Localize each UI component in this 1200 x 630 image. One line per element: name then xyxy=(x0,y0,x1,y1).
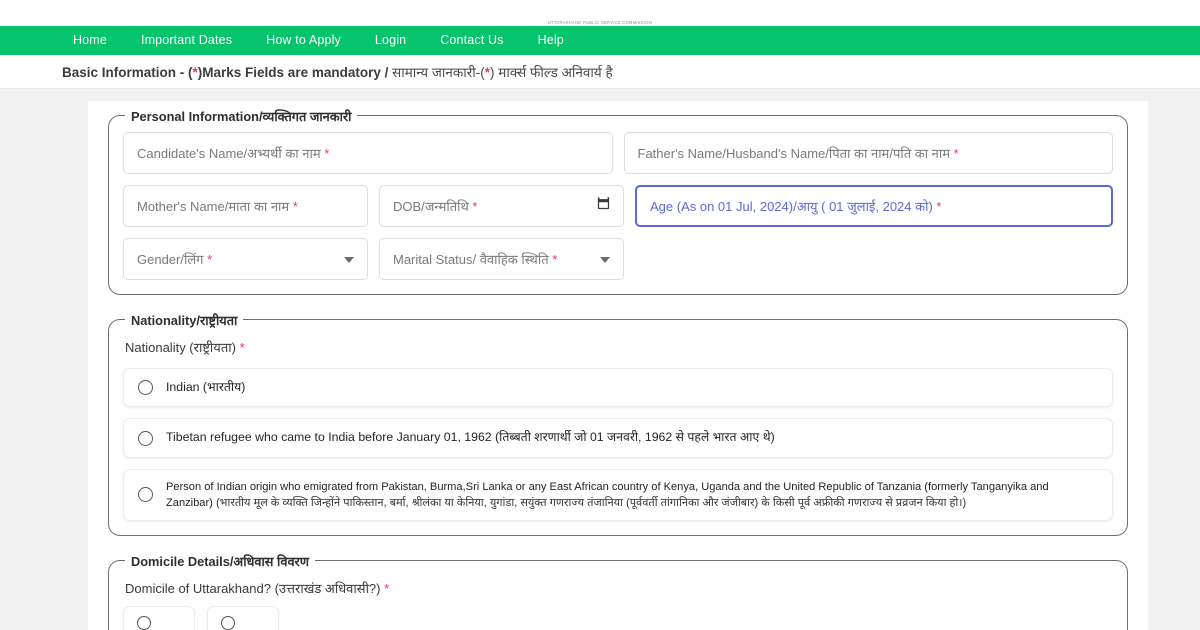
personal-row-3-spacer xyxy=(635,238,1113,280)
marital-status-placeholder: Marital Status/ वैवाहिक स्थिति * xyxy=(393,252,558,267)
page-title-suffix-hi: ) मार्क्स फील्ड अनिवार्य है xyxy=(490,64,613,80)
personal-row-2: Mother's Name/माता का नाम * DOB/जन्मतिथि… xyxy=(123,185,1113,227)
domicile-group-label: Domicile of Uttarakhand? (उत्तराखंड अधिव… xyxy=(125,581,390,597)
father-name-field[interactable]: Father's Name/Husband's Name/पिता का नाम… xyxy=(623,132,1113,174)
radio-icon[interactable] xyxy=(137,616,151,630)
nav-item-login[interactable]: Login xyxy=(358,26,423,55)
gender-placeholder: Gender/लिंग * xyxy=(137,252,213,267)
marital-status-required-mark: * xyxy=(552,252,558,267)
nationality-option-label: Tibetan refugee who came to India before… xyxy=(166,430,775,445)
candidate-name-required-mark: * xyxy=(324,146,330,161)
domicile-options-row xyxy=(123,606,1113,630)
radio-icon[interactable] xyxy=(221,616,235,630)
nationality-option-indian[interactable]: Indian (भारतीय) xyxy=(123,368,1113,408)
gender-required-mark: * xyxy=(207,252,213,267)
radio-icon[interactable] xyxy=(138,430,153,446)
nationality-required-mark: * xyxy=(239,340,245,355)
site-micro-header: UTTARAKHAND PUBLIC SERVICE COMMISSION xyxy=(0,0,1200,26)
page-title-middle-hi: सामान्य जानकारी-( xyxy=(392,64,485,80)
nav-item-contact-us[interactable]: Contact Us xyxy=(423,26,520,55)
domicile-legend: Domicile Details/अधिवास विवरण xyxy=(125,552,316,571)
mother-name-field[interactable]: Mother's Name/माता का नाम * xyxy=(123,185,368,227)
page-title: Basic Information - (*)Marks Fields are … xyxy=(62,63,613,81)
site-micro-header-text: UTTARAKHAND PUBLIC SERVICE COMMISSION xyxy=(547,19,653,26)
dob-placeholder: DOB/जन्मतिथि * xyxy=(393,199,478,214)
age-placeholder: Age (As on 01 Jul, 2024)/आयु ( 01 जुलाई,… xyxy=(650,199,942,214)
calendar-icon[interactable] xyxy=(596,196,611,216)
nav-item-important-dates[interactable]: Important Dates xyxy=(124,26,249,55)
gender-select[interactable]: Gender/लिंग * xyxy=(123,238,368,280)
age-required-mark: * xyxy=(936,199,942,214)
nav-item-help[interactable]: Help xyxy=(521,26,581,55)
nationality-option-indian-origin[interactable]: Person of Indian origin who emigrated fr… xyxy=(123,468,1113,522)
domicile-option-no[interactable] xyxy=(207,606,279,630)
domicile-required-mark: * xyxy=(384,581,390,597)
personal-row-1: Candidate's Name/अभ्यर्थी का नाम * Fathe… xyxy=(123,132,1113,174)
nationality-option-label-hindi: (भारतीय मूल के व्यक्ति जिन्होंने पाकिस्त… xyxy=(215,496,967,509)
dob-required-mark: * xyxy=(472,199,478,214)
page-root: UTTARAKHAND PUBLIC SERVICE COMMISSION Ho… xyxy=(0,0,1200,630)
nationality-option-tibetan-refugee[interactable]: Tibetan refugee who came to India before… xyxy=(123,418,1113,458)
candidate-name-placeholder: Candidate's Name/अभ्यर्थी का नाम * xyxy=(137,146,330,161)
chevron-down-icon[interactable] xyxy=(344,257,354,263)
nationality-option-label-wrapper: Person of Indian origin who emigrated fr… xyxy=(166,479,1098,511)
chevron-down-icon[interactable] xyxy=(600,257,610,263)
personal-row-3: Gender/लिंग * Marital Status/ वैवाहिक स्… xyxy=(123,238,1113,280)
radio-icon[interactable] xyxy=(138,487,153,503)
candidate-name-field[interactable]: Candidate's Name/अभ्यर्थी का नाम * xyxy=(123,132,613,174)
radio-icon[interactable] xyxy=(138,380,153,396)
age-field[interactable]: Age (As on 01 Jul, 2024)/आयु ( 01 जुलाई,… xyxy=(635,185,1113,227)
mother-name-placeholder: Mother's Name/माता का नाम * xyxy=(137,199,298,214)
form-content-card: Personal Information/व्यक्तिगत जानकारी C… xyxy=(88,101,1148,630)
page-title-bar: Basic Information - (*)Marks Fields are … xyxy=(0,55,1200,89)
domicile-section: Domicile Details/अधिवास विवरण Domicile o… xyxy=(108,552,1128,630)
dob-field[interactable]: DOB/जन्मतिथि * xyxy=(379,185,624,227)
nav-item-home[interactable]: Home xyxy=(62,26,124,55)
nav-item-how-to-apply[interactable]: How to Apply xyxy=(249,26,358,55)
father-name-required-mark: * xyxy=(953,146,959,161)
marital-status-select[interactable]: Marital Status/ वैवाहिक स्थिति * xyxy=(379,238,624,280)
nationality-legend: Nationality/राष्ट्रीयता xyxy=(125,311,244,329)
father-name-placeholder: Father's Name/Husband's Name/पिता का नाम… xyxy=(637,146,959,161)
personal-information-legend: Personal Information/व्यक्तिगत जानकारी xyxy=(125,107,358,125)
personal-information-section: Personal Information/व्यक्तिगत जानकारी C… xyxy=(108,107,1128,295)
mother-name-required-mark: * xyxy=(292,199,298,214)
domicile-option-yes[interactable] xyxy=(123,606,195,630)
nationality-option-label: Indian (भारतीय) xyxy=(166,380,246,394)
nationality-group-label: Nationality (राष्ट्रीयता) * xyxy=(125,340,245,355)
nationality-section: Nationality/राष्ट्रीयता Nationality (राष… xyxy=(108,311,1128,537)
page-title-prefix: Basic Information - ( xyxy=(62,64,193,80)
page-title-middle-en: )Marks Fields are mandatory / xyxy=(197,64,393,80)
main-navbar: Home Important Dates How to Apply Login … xyxy=(0,26,1200,55)
